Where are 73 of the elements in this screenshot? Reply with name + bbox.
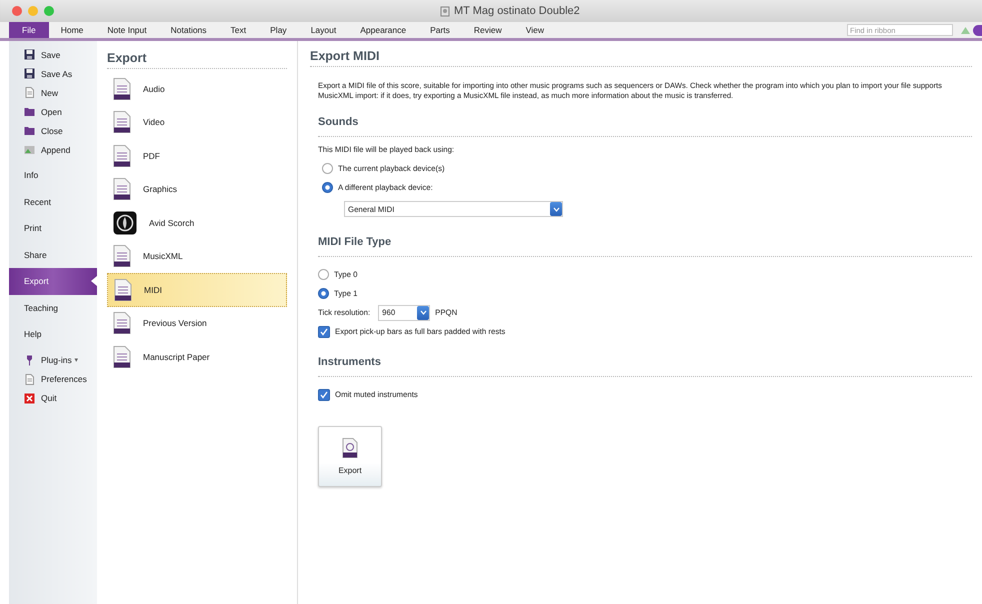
sidebar-item[interactable]: Preferences	[9, 370, 97, 388]
sidebar-item[interactable]: Save	[9, 45, 97, 64]
radio-button[interactable]	[322, 182, 333, 193]
document-icon	[113, 178, 131, 200]
section-heading: MIDI File Type	[318, 236, 392, 248]
radio-button[interactable]	[322, 163, 333, 174]
sidebar-item[interactable]: Save As	[9, 64, 97, 83]
sidebar-item[interactable]: Recent	[9, 188, 97, 215]
ribbon-tab[interactable]: Note Input	[95, 22, 159, 38]
sidebar-item[interactable]: Append	[9, 140, 97, 159]
sidebar-item[interactable]: Open	[9, 102, 97, 121]
export-type-item[interactable]: MIDI	[107, 273, 287, 306]
document-icon	[113, 245, 131, 268]
sidebar-item[interactable]: Quit	[9, 388, 97, 408]
sidebar-item[interactable]: Export	[9, 268, 97, 294]
document-icon	[114, 278, 132, 301]
ribbon-tab[interactable]: Review	[462, 22, 514, 38]
folder-icon	[24, 106, 35, 117]
minimize-icon[interactable]	[28, 6, 38, 16]
section-heading: Sounds	[318, 116, 360, 128]
document-icon	[113, 346, 131, 368]
window-title: MT Mag ostinato Double2	[454, 5, 580, 17]
section-heading: Instruments	[318, 356, 382, 368]
document-icon	[342, 438, 358, 458]
zoom-icon[interactable]	[44, 6, 54, 16]
ribbon-tab[interactable]: Text	[218, 22, 258, 38]
export-type-item[interactable]: Audio	[107, 72, 287, 106]
collapse-icon[interactable]	[961, 26, 970, 34]
selection-notch	[91, 276, 97, 286]
sidebar-item[interactable]: Share	[9, 242, 97, 268]
section-heading: Export	[107, 51, 148, 65]
sidebar-item[interactable]: Info	[9, 162, 97, 188]
export-button[interactable]: Export	[318, 426, 382, 487]
quit-icon	[24, 392, 35, 404]
ribbon-tab[interactable]: Notations	[158, 22, 219, 38]
sidebar-item[interactable]: Help	[9, 321, 97, 348]
panel-title: Export MIDI	[310, 49, 380, 63]
ribbon-tab[interactable]: File	[9, 22, 49, 38]
document-icon	[24, 87, 35, 98]
image-icon	[24, 144, 35, 155]
ribbon-tab[interactable]: Home	[48, 22, 96, 38]
document-icon	[113, 111, 131, 134]
folder-icon	[24, 125, 35, 136]
ribbon-tab[interactable]: Appearance	[348, 22, 418, 38]
sidebar-item[interactable]: New	[9, 83, 97, 102]
document-icon	[440, 6, 450, 16]
checkbox[interactable]	[318, 388, 330, 400]
radio-button[interactable]	[318, 288, 329, 299]
ribbon-tab[interactable]: Play	[258, 22, 299, 38]
export-type-item[interactable]: Graphics	[107, 172, 287, 206]
sidebar-item[interactable]: Close	[9, 121, 97, 140]
chevron-down-icon	[420, 310, 427, 315]
ribbon-tab[interactable]: Parts	[418, 22, 462, 38]
chevron-down-icon	[552, 206, 560, 212]
document-icon	[24, 374, 35, 384]
export-type-item[interactable]: MusicXML	[107, 240, 287, 273]
document-icon	[113, 144, 131, 167]
plug-icon	[24, 354, 35, 366]
export-type-item[interactable]: Manuscript Paper	[107, 340, 287, 374]
ribbon-tab[interactable]: Layout	[298, 22, 348, 38]
export-type-item[interactable]: Avid Scorch	[107, 206, 287, 240]
checkbox[interactable]	[318, 326, 330, 338]
sidebar-item[interactable]: Print	[9, 215, 97, 242]
export-type-item[interactable]: Video	[107, 106, 287, 139]
app-icon	[113, 210, 137, 235]
export-type-item[interactable]: PDF	[107, 139, 287, 172]
sidebar-item[interactable]: Teaching	[9, 294, 97, 321]
export-type-item[interactable]: Previous Version	[107, 306, 287, 340]
document-icon	[113, 78, 131, 100]
ribbon-tab[interactable]: View	[514, 22, 556, 38]
close-icon[interactable]	[12, 6, 22, 16]
radio-button[interactable]	[318, 269, 329, 280]
document-icon	[113, 312, 131, 334]
